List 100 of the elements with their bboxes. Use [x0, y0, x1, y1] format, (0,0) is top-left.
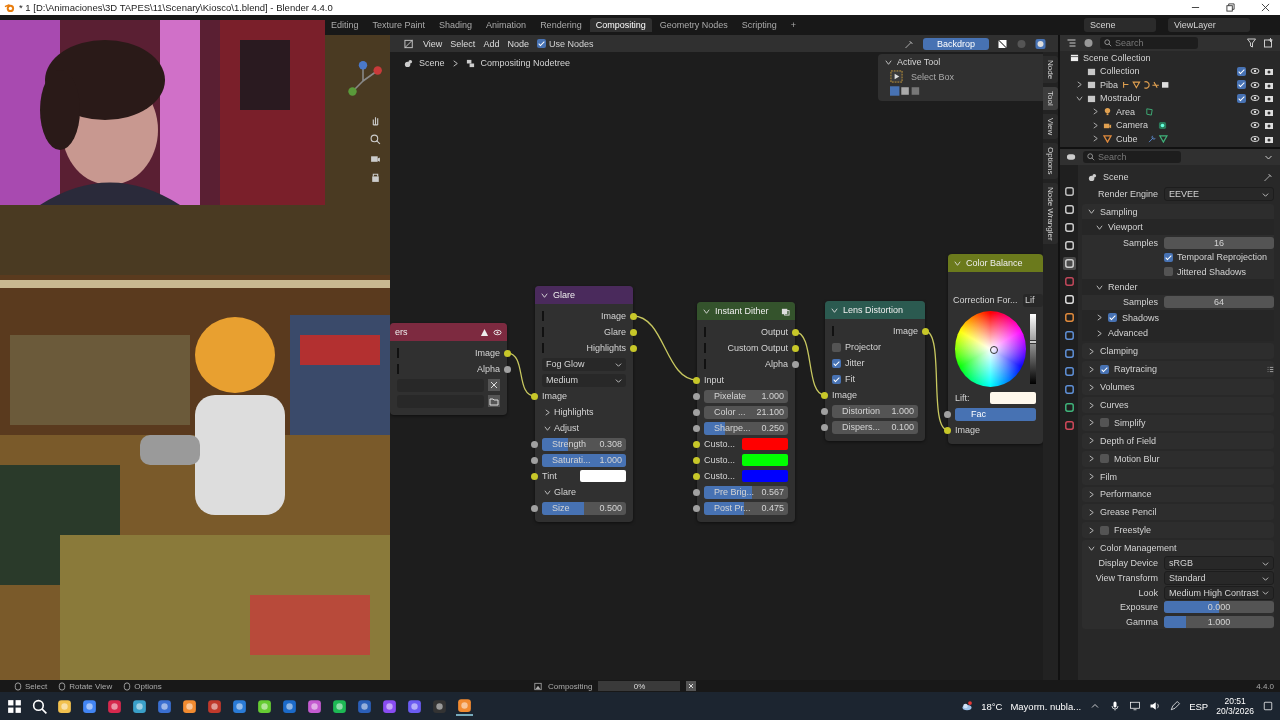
hand-icon[interactable] — [370, 115, 381, 126]
workspace-tab[interactable]: Scripting — [735, 18, 783, 32]
number-field[interactable]: Pixelate 1.000 — [704, 389, 788, 403]
network-icon[interactable] — [1129, 700, 1142, 712]
sidebar-tab[interactable]: Options — [1043, 143, 1058, 179]
eye-icon[interactable] — [1250, 93, 1260, 104]
cancel-icon[interactable] — [686, 681, 697, 691]
data-tab-icon[interactable] — [1062, 401, 1076, 414]
socket-dot[interactable] — [693, 472, 700, 480]
search-icon[interactable] — [31, 697, 48, 715]
pin-icon[interactable] — [1263, 172, 1274, 182]
app-icon[interactable] — [256, 697, 273, 715]
outliner-item[interactable]: Cube — [1116, 133, 1138, 144]
outliner-item[interactable]: Piba — [1100, 79, 1118, 90]
material-tab-icon[interactable] — [1062, 419, 1076, 432]
sidebar-tab[interactable]: Node Wrangler — [1043, 182, 1058, 245]
checkbox[interactable]: Projector — [832, 342, 881, 352]
number-field[interactable]: Color ... 21.100 — [704, 405, 788, 419]
color-swatch[interactable] — [580, 470, 626, 482]
color-swatch[interactable] — [990, 392, 1036, 404]
socket-dot[interactable] — [693, 424, 700, 432]
panel-toggle[interactable]: Highlights — [542, 407, 594, 417]
socket-dot[interactable] — [693, 440, 700, 448]
panel-toggle[interactable]: Glare — [542, 487, 576, 497]
panel-header[interactable]: Clamping — [1082, 343, 1274, 360]
panel-header[interactable]: Freestyle — [1082, 522, 1274, 539]
socket-dot[interactable] — [693, 456, 700, 464]
close-icon[interactable] — [1261, 3, 1270, 12]
dropdown-field[interactable]: Fog Glow — [542, 357, 626, 371]
color-swatch[interactable] — [742, 438, 788, 450]
slider-thumb[interactable] — [1029, 340, 1038, 344]
app-icon[interactable] — [231, 697, 248, 715]
outliner-item[interactable]: Collection — [1100, 66, 1140, 77]
view-layer-tab-icon[interactable] — [1062, 239, 1076, 252]
socket-dot[interactable] — [821, 423, 828, 431]
eye-icon[interactable] — [1250, 133, 1260, 144]
outliner-item[interactable]: Camera — [1116, 120, 1148, 131]
breadcrumb-item[interactable]: Scene — [419, 58, 445, 68]
speaker-icon[interactable] — [1149, 700, 1162, 712]
close-icon[interactable] — [488, 379, 500, 391]
particles-tab-icon[interactable] — [1062, 347, 1076, 360]
slider-field[interactable]: Fac — [955, 407, 1036, 421]
checkbox[interactable] — [1100, 418, 1109, 428]
node-group-icon[interactable] — [781, 306, 790, 316]
panel-header[interactable]: Performance — [1082, 486, 1274, 503]
color-swatch[interactable] — [742, 470, 788, 482]
modifier-tab-icon[interactable] — [1062, 329, 1076, 342]
socket-dot[interactable] — [531, 456, 538, 464]
panel-header[interactable]: Film — [1082, 468, 1274, 485]
panel-header[interactable]: Volumes — [1082, 379, 1274, 396]
app-icon[interactable] — [156, 697, 173, 715]
app-icon[interactable] — [306, 697, 323, 715]
menu-item[interactable]: Add — [483, 38, 500, 49]
menu-item[interactable]: Select — [450, 38, 476, 49]
physics-tab-icon[interactable] — [1062, 365, 1076, 378]
socket-dot[interactable] — [504, 349, 511, 357]
pen-icon[interactable] — [1169, 700, 1182, 712]
subpanel-header[interactable]: Viewport — [1082, 219, 1274, 236]
panel-toggle[interactable]: Adjust — [542, 423, 579, 433]
panel-header[interactable]: Motion Blur — [1082, 450, 1274, 467]
eye-icon[interactable] — [1250, 120, 1260, 131]
new-collection-icon[interactable] — [1263, 38, 1274, 48]
socket-dot[interactable] — [630, 312, 637, 320]
checkbox[interactable] — [1100, 364, 1109, 374]
workspace-tab[interactable]: Rendering — [534, 18, 588, 32]
outliner-item[interactable]: Area — [1116, 106, 1135, 117]
value-slider[interactable] — [1030, 314, 1036, 384]
app-icon[interactable] — [106, 697, 123, 715]
socket-dot[interactable] — [922, 327, 929, 335]
app-icon[interactable] — [81, 697, 98, 715]
filter-mode-icon[interactable] — [1083, 38, 1094, 48]
app-icon[interactable] — [281, 697, 298, 715]
dropdown-field[interactable]: Medium High Contrast — [1164, 585, 1274, 600]
clock-time[interactable]: 20:51 — [1224, 696, 1246, 706]
select-box-icon[interactable] — [890, 70, 903, 83]
outliner-item[interactable]: Mostrador — [1100, 93, 1141, 104]
notification-icon[interactable] — [1262, 700, 1274, 712]
menu-item[interactable]: View — [423, 38, 443, 49]
socket-dot[interactable] — [531, 392, 538, 400]
add-workspace-button[interactable]: + — [784, 18, 802, 32]
tool-tab-icon[interactable] — [1062, 185, 1076, 198]
breadcrumb-item[interactable]: Compositing Nodetree — [480, 58, 571, 68]
socket-dot[interactable] — [531, 440, 538, 448]
workspace-tab[interactable]: Texture Paint — [366, 18, 432, 32]
editor-type-icon[interactable] — [404, 38, 415, 49]
subpanel-header[interactable]: Render — [1082, 279, 1274, 296]
search-field[interactable]: Search — [1083, 151, 1181, 163]
socket-dot[interactable] — [693, 488, 700, 496]
app-icon[interactable] — [356, 697, 373, 715]
checkbox[interactable] — [1237, 93, 1246, 103]
object-tab-icon[interactable] — [1062, 311, 1076, 324]
panel-header[interactable]: Color Management — [1082, 540, 1274, 557]
socket-dot[interactable] — [693, 504, 700, 512]
eye-icon[interactable] — [1250, 79, 1260, 90]
camera-icon[interactable] — [370, 153, 381, 164]
clock-date[interactable]: 20/3/2026 — [1216, 706, 1254, 716]
sidebar-tab[interactable]: Tool — [1043, 87, 1058, 110]
windows-icon[interactable] — [6, 697, 23, 715]
dropdown-field[interactable]: EEVEE — [1164, 187, 1274, 202]
panel-header[interactable]: Simplify — [1082, 415, 1274, 431]
